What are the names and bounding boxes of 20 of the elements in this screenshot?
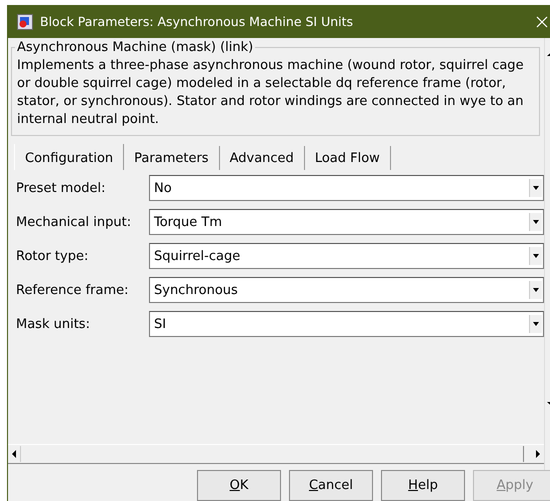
dropdown[interactable]: Synchronous xyxy=(149,277,544,303)
field-label: Mask units: xyxy=(16,316,91,332)
dropdown[interactable]: Torque Tm xyxy=(149,209,544,235)
block-icon xyxy=(17,14,33,30)
field-label: Rotor type: xyxy=(16,248,90,264)
dropdown[interactable]: No xyxy=(149,175,544,201)
dropdown[interactable]: Squirrel-cage xyxy=(149,243,544,269)
field-label: Preset model: xyxy=(16,180,107,196)
window-title: Block Parameters: Asynchronous Machine SI Units xyxy=(40,14,354,29)
dropdown[interactable]: SI xyxy=(149,311,544,337)
dialog-button[interactable]: OK xyxy=(197,470,281,501)
close-icon[interactable] xyxy=(536,16,548,28)
tab[interactable]: Configuration xyxy=(14,144,124,170)
dialog-button[interactable]: Cancel xyxy=(289,470,373,501)
horizontal-scrollbar[interactable] xyxy=(8,444,544,464)
field-label: Reference frame: xyxy=(16,282,130,298)
group-title: Asynchronous Machine (mask) (link) xyxy=(16,40,254,55)
field-label: Mechanical input: xyxy=(16,214,132,230)
dialog-button[interactable]: Help xyxy=(381,470,465,501)
description-text: Implements a three-phase asynchronous machine (wound rotor, squirrel cage or double squirrel cage) modeled in a selectable dq reference frame (rotor, stator, or synchronous). Stator and rotor windings are connected in wye to an internal neutral point. xyxy=(17,57,525,129)
